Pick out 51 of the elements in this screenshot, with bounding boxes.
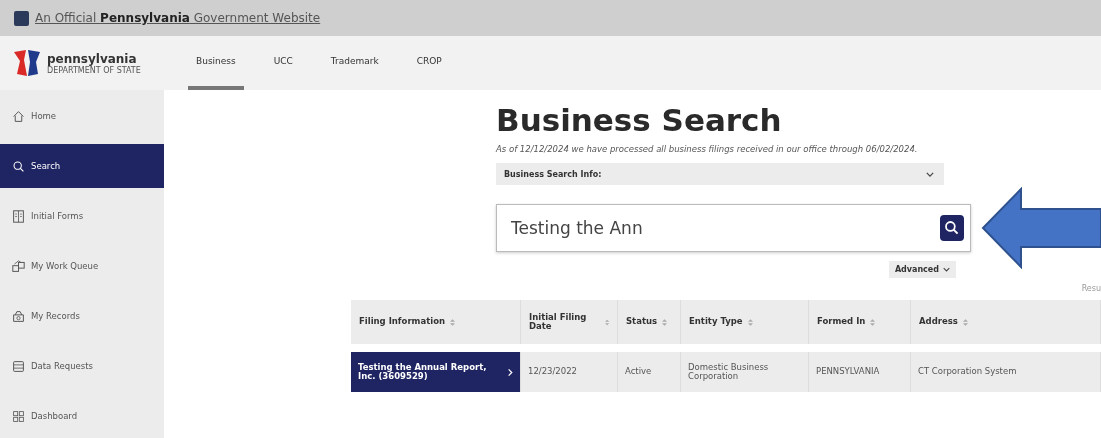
sort-icon [870, 317, 876, 327]
table-cell: 12/23/2022 [521, 352, 618, 393]
column-header[interactable]: Address [911, 300, 1101, 345]
notice-text: As of 12/12/2024 we have processed all business filings received in our office through 06/02/2024. [496, 144, 919, 156]
search-icon [944, 220, 960, 237]
table-cell: Active [618, 352, 681, 393]
sidebar-item[interactable]: Data Requests [0, 344, 164, 388]
sidebar-item[interactable]: Dashboard [0, 394, 164, 438]
column-header[interactable]: Formed In [809, 300, 911, 345]
sort-icon [747, 317, 753, 327]
table-cell: PENNSYLVANIA [809, 352, 911, 393]
sidebar-item[interactable]: Home [0, 94, 164, 138]
dashboard-icon [12, 409, 25, 423]
sidebar-item[interactable]: Search [0, 144, 164, 188]
column-header[interactable]: Entity Type [681, 300, 809, 345]
sidebar-item[interactable]: Initial Forms [0, 194, 164, 238]
search-button[interactable] [940, 215, 964, 242]
forms-icon [12, 209, 25, 223]
queue-icon [12, 259, 25, 273]
results-label: Resu [1081, 284, 1101, 296]
search-field[interactable]: Testing the Ann [496, 204, 971, 253]
sort-icon [450, 317, 456, 327]
sort-icon [962, 317, 968, 327]
keystone-logo-icon [12, 48, 42, 78]
tab[interactable]: Business [188, 36, 244, 90]
chevron-icon [943, 267, 950, 273]
table-cell: CT Corporation System [911, 352, 1101, 393]
data-icon [12, 359, 25, 373]
sidebar-item[interactable]: My Work Queue [0, 244, 164, 288]
home-icon [12, 109, 25, 123]
table-cell: Domestic Business Corporation [681, 352, 809, 393]
chevron-right-icon [508, 366, 513, 378]
sort-icon [604, 317, 609, 327]
official-website-link[interactable]: An Official Pennsylvania Government Website [35, 11, 321, 25]
search-icon [12, 159, 25, 173]
info-dropdown[interactable]: Business Search Info: [496, 163, 944, 186]
page-title: Business Search [496, 102, 783, 138]
filing-link[interactable]: Testing the Annual Report, Inc. (3609529) [351, 352, 521, 393]
tab[interactable]: Trademark [322, 36, 387, 90]
chevron-icon [926, 171, 934, 177]
tab[interactable]: UCC [265, 36, 301, 90]
logo-name: pennsylvania [47, 51, 138, 66]
records-icon [12, 309, 25, 323]
tab[interactable]: CROP [408, 36, 450, 90]
column-header[interactable]: Status [618, 300, 681, 345]
advanced-button[interactable]: Advanced [888, 261, 956, 279]
sidebar-item[interactable]: My Records [0, 294, 164, 338]
column-header[interactable]: Initial Filing Date [521, 300, 618, 345]
column-header[interactable]: Filing Information [351, 300, 521, 345]
logo-subtitle: DEPARTMENT OF STATE [47, 65, 141, 75]
sort-icon [662, 317, 668, 327]
